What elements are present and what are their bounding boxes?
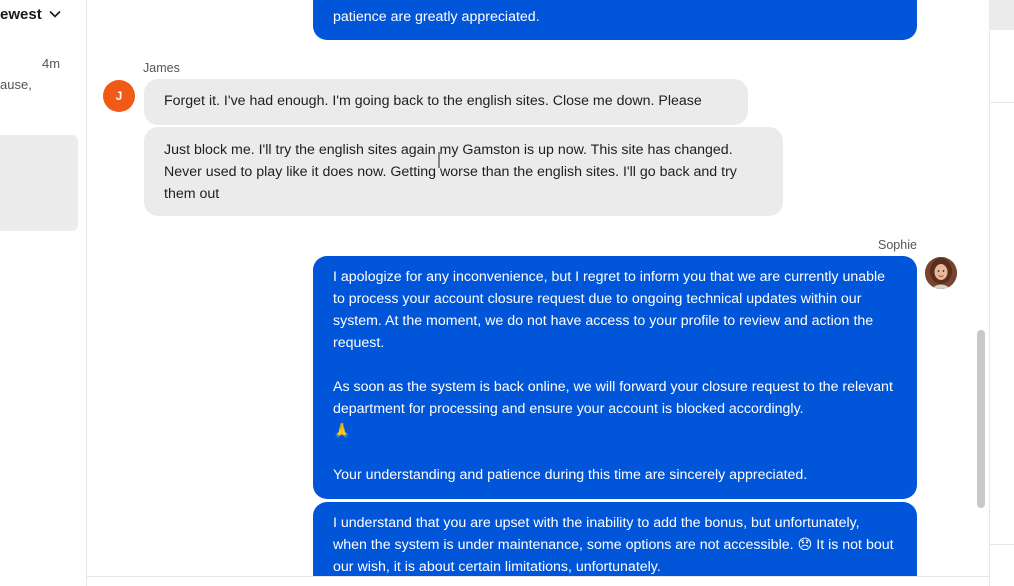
conversation-list-panel: ewest 4m ause,	[0, 0, 87, 586]
message-paragraph: I apologize for any inconvenience, but I…	[333, 269, 886, 351]
composer-divider	[87, 576, 989, 577]
customer-message-bubble: Just block me. I'll try the english site…	[144, 127, 783, 216]
sender-name-sophie: Sophie	[878, 238, 917, 252]
selected-conversation-item[interactable]	[0, 135, 78, 231]
chat-message-area: patience are greatly appreciated. James …	[87, 0, 989, 576]
agent-photo-icon	[925, 257, 957, 289]
message-paragraph: Your understanding and patience during t…	[333, 467, 808, 483]
conversation-preview[interactable]: ause,	[0, 77, 32, 92]
disappointed-emoji-icon: 😞	[797, 537, 813, 553]
chat-scrollbar[interactable]	[977, 330, 985, 508]
agent-message-bubble: I apologize for any inconvenience, but I…	[313, 256, 917, 499]
divider	[990, 102, 1014, 103]
side-panel-header	[990, 0, 1014, 30]
agent-message-bubble: patience are greatly appreciated.	[313, 0, 917, 40]
sort-label: ewest	[0, 5, 42, 23]
message-text: Just block me. I'll try the english site…	[164, 142, 737, 202]
customer-message-bubble: Forget it. I've had enough. I'm going ba…	[144, 79, 748, 125]
message-paragraph: As soon as the system is back online, we…	[333, 379, 893, 439]
agent-message-bubble: I understand that you are upset with the…	[313, 502, 917, 576]
sort-dropdown[interactable]: ewest	[0, 4, 62, 24]
message-text: Forget it. I've had enough. I'm going ba…	[164, 93, 702, 109]
message-text: patience are greatly appreciated.	[333, 9, 540, 25]
message-text: I understand that you are upset with the…	[333, 515, 860, 553]
pray-emoji-icon: 🙏	[333, 423, 351, 439]
avatar-initial: J	[115, 89, 123, 103]
sender-name-james: James	[143, 61, 180, 75]
text-cursor-icon	[438, 152, 440, 168]
agent-avatar	[925, 257, 957, 289]
right-side-panel	[989, 0, 1014, 586]
customer-avatar: J	[103, 80, 135, 112]
conversation-time: 4m	[42, 56, 61, 71]
chevron-down-icon	[49, 10, 61, 18]
divider	[990, 544, 1014, 545]
